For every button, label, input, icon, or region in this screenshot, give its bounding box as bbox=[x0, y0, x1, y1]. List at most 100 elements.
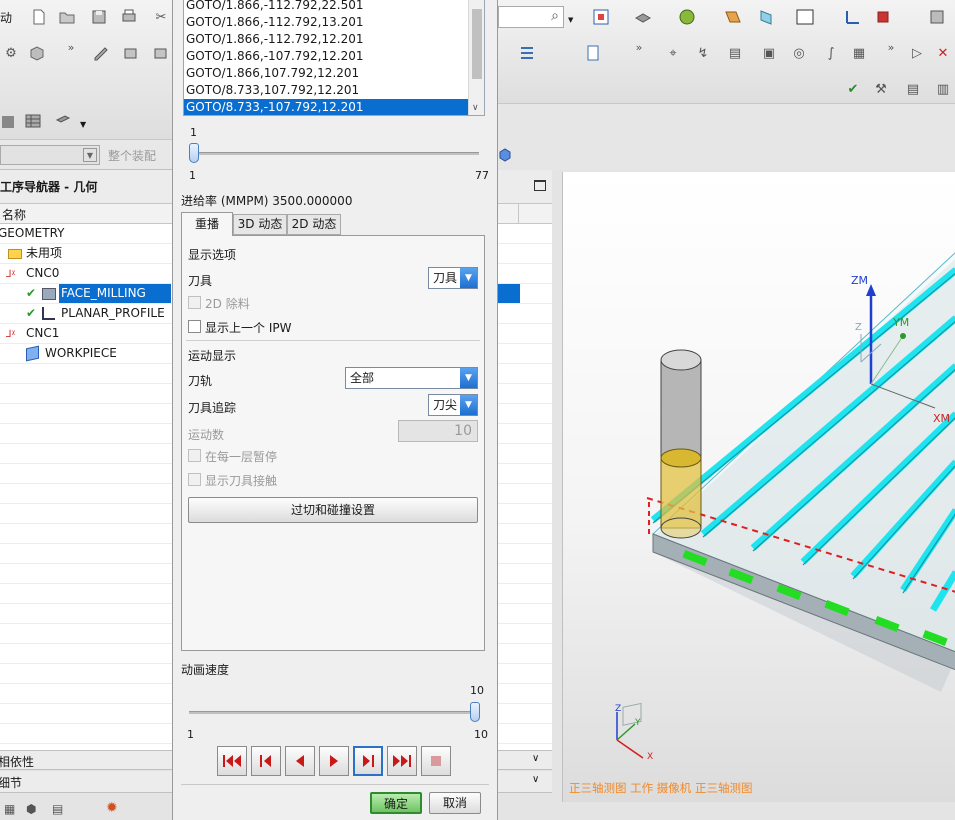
chevron-down-icon[interactable]: ∨ bbox=[532, 774, 539, 785]
chevron-down-icon[interactable]: ∨ bbox=[532, 753, 539, 764]
speed-slider-thumb[interactable] bbox=[470, 702, 480, 722]
tab-2d-dynamic[interactable]: 2D 动态 bbox=[287, 214, 341, 235]
fast-forward-to-end-button[interactable] bbox=[387, 746, 417, 776]
graphics-viewport[interactable]: ZM YM XM Z Z X Y 正三轴测图 工作 摄像机 正三轴测图 bbox=[562, 172, 955, 802]
curve-icon[interactable]: ∫ bbox=[822, 44, 840, 62]
fit-view-icon[interactable] bbox=[592, 8, 610, 26]
sketch-icon[interactable] bbox=[92, 44, 110, 62]
dropdown-arrow-icon[interactable]: ▼ bbox=[568, 16, 573, 24]
filter-combo[interactable]: ▼ bbox=[0, 145, 100, 165]
tab-replay[interactable]: 重播 bbox=[181, 212, 233, 236]
overflow-icon[interactable]: » bbox=[882, 38, 900, 56]
line-icon[interactable]: ▤ bbox=[726, 44, 744, 62]
chevron-down-icon: ▼ bbox=[83, 148, 97, 162]
scroll-thumb[interactable] bbox=[472, 9, 482, 79]
layer-icon[interactable] bbox=[0, 112, 18, 130]
rewind-to-start-button[interactable] bbox=[217, 746, 247, 776]
tree-row-label: PLANAR_PROFILE bbox=[61, 306, 165, 320]
render-style-icon[interactable] bbox=[634, 8, 652, 26]
goto-list-item[interactable]: GOTO/1.866,-107.792,12.201 bbox=[184, 48, 484, 65]
resource-icon-4[interactable]: ✹ bbox=[106, 800, 118, 816]
box-icon[interactable]: ▣ bbox=[760, 44, 778, 62]
step-forward-button[interactable] bbox=[353, 746, 383, 776]
play-icon[interactable]: ▷ bbox=[908, 44, 926, 62]
column-name[interactable]: 名称 bbox=[2, 206, 26, 223]
search-input[interactable]: ⌕ bbox=[498, 6, 564, 28]
show-tool-contact-checkbox[interactable] bbox=[188, 473, 201, 486]
chevron-down-icon[interactable]: ∨ bbox=[472, 100, 479, 115]
resource-icon-1[interactable]: ▦ bbox=[4, 802, 15, 816]
delete-icon[interactable]: ✕ bbox=[934, 44, 952, 62]
axis-label-zm: ZM bbox=[851, 274, 869, 287]
step-slider-thumb[interactable] bbox=[189, 143, 199, 163]
op-icon-1[interactable] bbox=[518, 44, 536, 62]
stop-button[interactable] bbox=[421, 746, 451, 776]
sphere-icon[interactable] bbox=[678, 8, 696, 26]
2d-removal-checkbox[interactable] bbox=[188, 296, 201, 309]
tool-combo[interactable]: 刀具 ▼ bbox=[428, 267, 478, 289]
assembly-combo[interactable]: 整个装配 bbox=[108, 147, 156, 164]
table-icon[interactable] bbox=[24, 112, 42, 130]
goto-list-item[interactable]: GOTO/1.866,-112.792,12.201 bbox=[184, 31, 484, 48]
goto-list-item-selected[interactable]: GOTO/8.733,-107.792,12.201 bbox=[184, 99, 468, 115]
output-icon[interactable]: ▥ bbox=[934, 80, 952, 98]
point-icon[interactable]: ◎ bbox=[790, 44, 808, 62]
save-icon[interactable] bbox=[90, 8, 108, 26]
goto-list-item[interactable]: GOTO/1.866,-112.792,22.501 bbox=[184, 0, 484, 14]
view-orient-icon[interactable] bbox=[54, 112, 72, 130]
op-icon-2[interactable] bbox=[584, 44, 602, 62]
speed-slider-min: 1 bbox=[187, 728, 194, 741]
tab-3d-dynamic[interactable]: 3D 动态 bbox=[233, 214, 287, 235]
path-label: 刀轨 bbox=[188, 374, 213, 388]
tool-icon[interactable]: ⚙ bbox=[2, 44, 20, 62]
dropdown-arrow-icon[interactable]: ▼ bbox=[80, 120, 86, 129]
motion-count-field[interactable]: 10 bbox=[398, 420, 478, 442]
play-reverse-button[interactable] bbox=[285, 746, 315, 776]
shop-doc-icon[interactable]: ▤ bbox=[904, 80, 922, 98]
goto-list-item[interactable]: GOTO/8.733,107.792,12.201 bbox=[184, 82, 484, 99]
verify-icon[interactable]: ✔ bbox=[844, 80, 862, 98]
open-folder-icon[interactable] bbox=[58, 8, 76, 26]
pause-each-layer-checkbox[interactable] bbox=[188, 449, 201, 462]
overflow-icon[interactable]: » bbox=[62, 38, 80, 56]
post-icon[interactable]: ⚒ bbox=[872, 80, 890, 98]
cube-icon[interactable] bbox=[496, 146, 514, 164]
tool-trace-combo-value: 刀尖 bbox=[433, 398, 458, 412]
resource-icon-2[interactable]: ⬢ bbox=[26, 802, 36, 816]
maximize-icon[interactable] bbox=[534, 180, 546, 191]
goto-list-item[interactable]: GOTO/1.866,-112.792,13.201 bbox=[184, 14, 484, 31]
move-icon[interactable] bbox=[874, 8, 892, 26]
overflow-icon[interactable]: » bbox=[630, 38, 648, 56]
gouge-collision-settings-button[interactable]: 过切和碰撞设置 bbox=[188, 497, 478, 523]
list-scrollbar[interactable]: ∨ bbox=[468, 0, 484, 115]
print-icon[interactable] bbox=[120, 8, 138, 26]
toolpath-icon[interactable]: ↯ bbox=[694, 44, 712, 62]
new-file-icon[interactable] bbox=[30, 8, 48, 26]
goto-listbox[interactable]: GOTO/1.866,-112.792,22.501 GOTO/1.866,-1… bbox=[183, 0, 485, 116]
tool-trace-combo[interactable]: 刀尖 ▼ bbox=[428, 394, 478, 416]
show-prev-ipw-checkbox[interactable] bbox=[188, 320, 201, 333]
goto-list-item[interactable]: GOTO/1.866,107.792,12.201 bbox=[184, 65, 484, 82]
ok-button[interactable]: 确定 bbox=[370, 792, 422, 814]
play-forward-button[interactable] bbox=[319, 746, 349, 776]
display-options-heading: 显示选项 bbox=[188, 248, 237, 262]
section-icon[interactable] bbox=[758, 8, 776, 26]
speed-slider-track bbox=[189, 711, 479, 714]
wireframe-icon[interactable]: ⌖ bbox=[664, 44, 682, 62]
resource-icon-3[interactable]: ▤ bbox=[52, 802, 63, 816]
layer-settings-icon[interactable] bbox=[928, 8, 946, 26]
part-icon[interactable] bbox=[28, 44, 46, 62]
viewport-scene bbox=[616, 252, 955, 759]
edit-icon[interactable] bbox=[152, 44, 170, 62]
step-back-button[interactable] bbox=[251, 746, 281, 776]
path-combo[interactable]: 全部 ▼ bbox=[345, 367, 478, 389]
pause-each-layer-label: 在每一层暂停 bbox=[205, 450, 278, 464]
cancel-button[interactable]: 取消 bbox=[429, 792, 481, 814]
frame-icon[interactable] bbox=[796, 8, 814, 26]
wcs-icon[interactable] bbox=[844, 8, 862, 26]
feature-icon[interactable] bbox=[122, 44, 140, 62]
cut-icon[interactable]: ✂ bbox=[152, 8, 170, 26]
light-icon[interactable] bbox=[724, 8, 742, 26]
motion-count-value: 10 bbox=[454, 423, 472, 439]
stock-icon[interactable]: ▦ bbox=[850, 44, 868, 62]
